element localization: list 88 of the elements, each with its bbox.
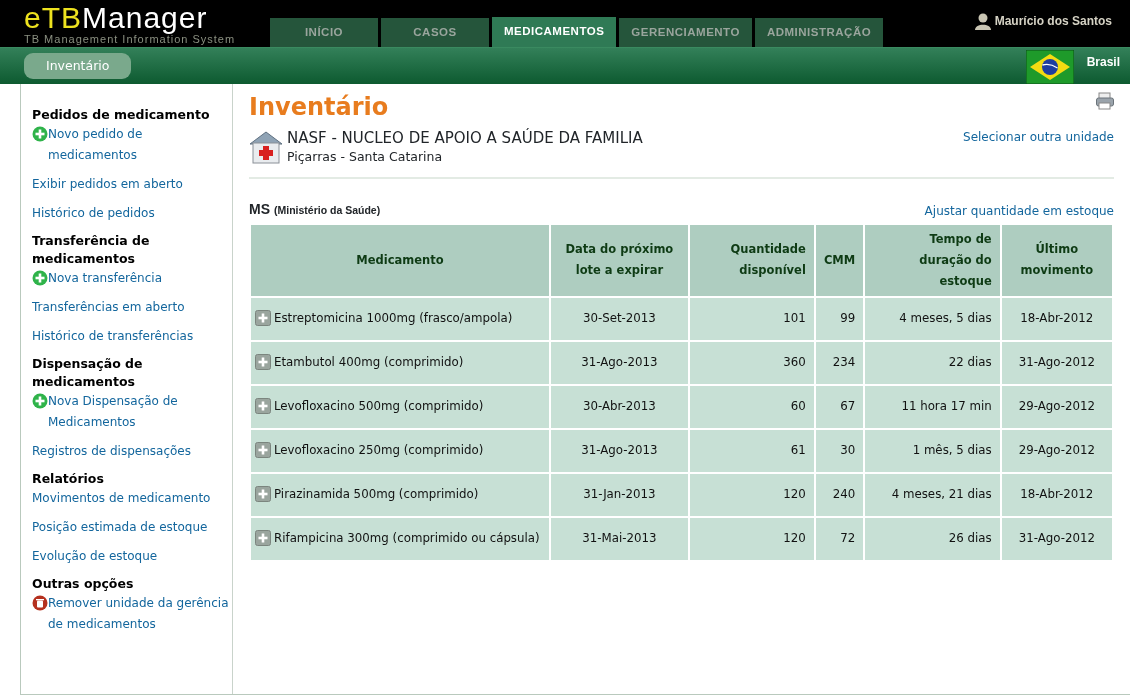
table-cell: 18-Abr-2012 — [1000, 296, 1113, 341]
table-cell: 31-Jan-2013 — [550, 472, 689, 517]
table-cell: 31-Ago-2013 — [550, 340, 689, 385]
column-header: Tempo de duração do estoque — [864, 223, 1001, 297]
column-header: Quantidade disponível — [688, 223, 815, 297]
column-header: CMM — [814, 223, 865, 297]
table-cell: 26 dias — [864, 516, 1001, 561]
medicine-name: Etambutol 400mg (comprimido) — [274, 354, 464, 372]
user-icon — [973, 12, 992, 30]
source-name: (Ministério da Saúde) — [274, 203, 381, 216]
source-code: MS — [249, 200, 270, 217]
flag-icon[interactable] — [1026, 50, 1074, 84]
plus-circle-icon[interactable] — [32, 270, 48, 286]
unit-location: Piçarras - Santa Catarina — [287, 148, 444, 166]
column-header: Último movimento — [1000, 223, 1113, 297]
table-cell: 120 — [688, 516, 815, 561]
nav-tab[interactable]: ADMINISTRAÇÃO — [754, 18, 884, 47]
country-name: Brasil — [1086, 54, 1120, 71]
table-cell: 31-Ago-2012 — [1000, 340, 1113, 385]
table-cell: 72 — [814, 516, 865, 561]
column-header: Medicamento — [250, 223, 550, 297]
sidebar-link[interactable]: Nova transferência — [48, 268, 162, 289]
sidebar-link[interactable]: Transferências em aberto — [32, 297, 232, 318]
sidebar-link[interactable]: Evolução de estoque — [32, 546, 232, 567]
printer-icon[interactable] — [1096, 92, 1114, 110]
table-cell: 22 dias — [864, 340, 1001, 385]
table-cell: 31-Ago-2013 — [550, 428, 689, 473]
nav-tab[interactable]: CASOS — [381, 18, 489, 47]
trash-icon[interactable] — [32, 595, 48, 611]
sidebar-link[interactable]: Histórico de pedidos — [32, 203, 232, 224]
page-title: Inventário — [249, 92, 389, 122]
table-cell: 18-Abr-2012 — [1000, 472, 1113, 517]
medicine-name: Levofloxacino 250mg (comprimido) — [274, 442, 484, 460]
table-cell: 11 hora 17 min — [864, 384, 1001, 429]
expand-icon[interactable] — [255, 310, 271, 327]
plus-circle-icon[interactable] — [32, 393, 48, 409]
table-cell: 234 — [814, 340, 865, 385]
sidebar-link[interactable]: Exibir pedidos em aberto — [32, 174, 232, 195]
table-cell: 1 mês, 5 dias — [864, 428, 1001, 473]
logo-text: eTBManager — [24, 2, 209, 33]
medicine-name: Levofloxacino 500mg (comprimido) — [274, 398, 484, 416]
sidebar-heading: Outras opções — [32, 575, 135, 593]
sidebar-link[interactable]: Registros de dispensações — [32, 441, 232, 462]
medicine-name: Pirazinamida 500mg (comprimido) — [274, 486, 479, 504]
expand-icon[interactable] — [255, 354, 271, 371]
sidebar-link[interactable]: Posição estimada de estoque — [32, 517, 232, 538]
nav-tab[interactable]: INÍCIO — [270, 18, 378, 47]
table-cell: 30-Abr-2013 — [550, 384, 689, 429]
table-cell: 30 — [814, 428, 865, 473]
table-cell: 4 meses, 5 dias — [864, 296, 1001, 341]
expand-icon[interactable] — [255, 442, 271, 459]
medicine-name: Rifampicina 300mg (comprimido ou cápsula) — [274, 530, 540, 548]
table-cell: 29-Ago-2012 — [1000, 428, 1113, 473]
table-cell: 67 — [814, 384, 865, 429]
table-cell: 120 — [688, 472, 815, 517]
table-cell: 101 — [688, 296, 815, 341]
nav-tab[interactable]: GERENCIAMENTO — [619, 18, 752, 47]
sidebar-heading: Relatórios — [32, 470, 105, 488]
sidebar-heading: Transferência de medicamentos — [32, 232, 151, 268]
table-cell: 29-Ago-2012 — [1000, 384, 1113, 429]
nav-tab[interactable]: MEDICAMENTOS — [492, 17, 617, 47]
expand-icon[interactable] — [255, 398, 271, 415]
user-name: Maurício dos Santos — [994, 13, 1112, 30]
hospital-icon — [249, 130, 283, 165]
table-cell: 99 — [814, 296, 865, 341]
expand-icon[interactable] — [255, 486, 271, 503]
change-unit-link[interactable]: Selecionar outra unidade — [963, 128, 1114, 146]
table-cell: 4 meses, 21 dias — [864, 472, 1001, 517]
sidebar-link[interactable]: Novo pedido de medicamentos — [48, 124, 232, 166]
sidebar-link[interactable]: Remover unidade da gerência de medicamentos — [48, 593, 232, 635]
plus-circle-icon[interactable] — [32, 126, 48, 142]
sidebar-heading: Pedidos de medicamento — [32, 106, 211, 124]
table-cell: 240 — [814, 472, 865, 517]
adjust-stock-link[interactable]: Ajustar quantidade em estoque — [924, 201, 1114, 220]
expand-icon[interactable] — [255, 530, 271, 547]
table-cell: 360 — [688, 340, 815, 385]
table-cell: 31-Mai-2013 — [550, 516, 689, 561]
sidebar-link[interactable]: Nova Dispensação de Medicamentos — [48, 391, 232, 433]
table-cell: 30-Set-2013 — [550, 296, 689, 341]
sidebar-heading: Dispensação de medicamentos — [32, 355, 144, 391]
table-cell: 61 — [688, 428, 815, 473]
sidebar-link[interactable]: Movimentos de medicamento — [32, 488, 232, 509]
table-cell: 31-Ago-2012 — [1000, 516, 1113, 561]
medicine-name: Estreptomicina 1000mg (frasco/ampola) — [274, 310, 513, 328]
unit-name: NASF - NUCLEO DE APOIO A SAÚDE DA FAMILIA — [287, 128, 643, 148]
table-cell: 60 — [688, 384, 815, 429]
column-header: Data do próximo lote a expirar — [550, 223, 689, 297]
sidebar-link[interactable]: Histórico de transferências — [32, 326, 232, 347]
